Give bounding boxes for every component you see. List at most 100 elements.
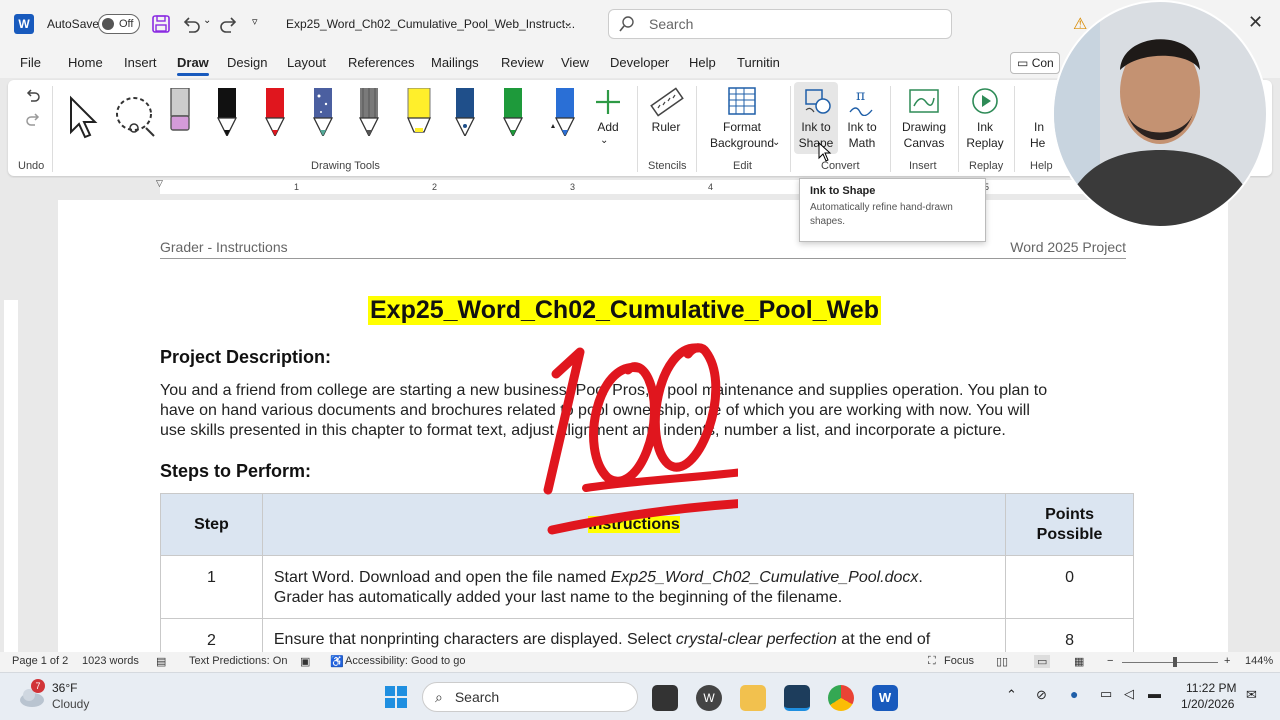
tab-review[interactable]: Review bbox=[501, 55, 544, 70]
filename-chevron-icon[interactable]: ⌄ bbox=[563, 15, 573, 29]
fountain-pen-blue-icon[interactable] bbox=[454, 88, 476, 136]
highlighter-yellow-icon[interactable] bbox=[406, 88, 432, 136]
drawing-canvas-label-2[interactable]: Canvas bbox=[896, 135, 952, 151]
page-count[interactable]: Page 1 of 2 bbox=[12, 655, 68, 667]
project-description-heading[interactable]: Project Description: bbox=[160, 347, 331, 368]
format-background-icon[interactable] bbox=[726, 86, 758, 116]
macro-icon[interactable]: ▣ bbox=[300, 655, 310, 668]
ribbon-redo-icon[interactable] bbox=[24, 110, 42, 128]
document-title[interactable]: Exp25_Word_Ch02_Cumulative_Pool_Web bbox=[368, 296, 881, 325]
tab-mailings[interactable]: Mailings bbox=[431, 55, 479, 70]
read-mode-icon[interactable]: ▯▯ bbox=[996, 655, 1008, 668]
word-count[interactable]: 1023 words bbox=[82, 655, 139, 667]
word-taskbar-icon[interactable]: W bbox=[872, 685, 898, 711]
wordpress-app-icon[interactable]: W bbox=[696, 685, 722, 711]
ink-replay-label-2[interactable]: Replay bbox=[963, 135, 1007, 151]
zoom-slider[interactable] bbox=[1122, 662, 1218, 663]
tab-view[interactable]: View bbox=[561, 55, 589, 70]
format-background-chevron-icon[interactable]: ⌄ bbox=[772, 135, 780, 151]
recorder-app-icon[interactable] bbox=[784, 685, 810, 711]
tab-references[interactable]: References bbox=[348, 55, 414, 70]
svg-text:π: π bbox=[856, 88, 865, 104]
indent-marker-icon[interactable]: ▽ bbox=[156, 178, 163, 189]
select-pointer-icon[interactable] bbox=[66, 94, 100, 140]
zoom-in-icon[interactable]: + bbox=[1224, 655, 1230, 667]
battery-icon[interactable]: ▬ bbox=[1148, 686, 1161, 701]
print-layout-icon[interactable]: ▭ bbox=[1034, 655, 1051, 668]
steps-heading[interactable]: Steps to Perform: bbox=[160, 461, 311, 482]
add-pen-plus-icon[interactable] bbox=[594, 88, 622, 116]
notifications-icon[interactable]: ✉ bbox=[1246, 687, 1257, 703]
focus-mode[interactable]: Focus bbox=[944, 655, 974, 667]
microphone-icon[interactable]: ● bbox=[1070, 686, 1078, 702]
ink-100-annotation[interactable]: 100 bbox=[538, 330, 738, 540]
redo-icon[interactable] bbox=[219, 14, 239, 34]
task-view-icon[interactable] bbox=[652, 685, 678, 711]
web-layout-icon[interactable]: ▦ bbox=[1074, 655, 1084, 668]
autosave-toggle[interactable]: Off bbox=[98, 14, 140, 34]
tab-layout[interactable]: Layout bbox=[287, 55, 326, 70]
clock-time[interactable]: 11:22 PM bbox=[1186, 681, 1236, 695]
pencil-gray-icon[interactable] bbox=[358, 88, 380, 136]
ruler-label[interactable]: Ruler bbox=[644, 119, 688, 135]
drawing-canvas-icon[interactable] bbox=[908, 86, 940, 114]
tab-file[interactable]: File bbox=[20, 55, 41, 70]
tab-draw[interactable]: Draw bbox=[177, 55, 209, 76]
eraser-icon[interactable] bbox=[169, 88, 191, 136]
weather-desc[interactable]: Cloudy bbox=[52, 697, 89, 711]
format-background-label-1[interactable]: Format bbox=[706, 119, 778, 135]
document-filename[interactable]: Exp25_Word_Ch02_Cumulative_Pool_Web_Inst… bbox=[286, 17, 575, 31]
tab-developer[interactable]: Developer bbox=[610, 55, 669, 70]
pen-red-icon[interactable] bbox=[264, 88, 286, 136]
drawing-canvas-label-1[interactable]: Drawing bbox=[896, 119, 952, 135]
pen-green-icon[interactable] bbox=[502, 88, 524, 136]
autosave-label: AutoSave bbox=[47, 17, 100, 31]
display-icon[interactable]: ▭ bbox=[1100, 686, 1112, 702]
tab-home[interactable]: Home bbox=[68, 55, 103, 70]
weather-temp[interactable]: 36°F bbox=[52, 681, 77, 695]
chevron-down-icon[interactable]: ⌄ bbox=[203, 15, 211, 26]
step-instruction[interactable]: Start Word. Download and open the file n… bbox=[261, 555, 1007, 619]
ruler-icon[interactable] bbox=[648, 86, 684, 118]
tab-design[interactable]: Design bbox=[227, 55, 267, 70]
ink-to-shape-tooltip: Ink to Shape Automatically refine hand-d… bbox=[799, 178, 986, 242]
zoom-out-icon[interactable]: − bbox=[1107, 655, 1113, 667]
ink-to-math-label-2[interactable]: Math bbox=[842, 135, 882, 151]
taskbar-search[interactable]: ⌕ Search bbox=[422, 682, 638, 712]
vertical-ruler[interactable] bbox=[4, 300, 18, 652]
ink-replay-icon[interactable] bbox=[970, 86, 1000, 116]
clock-date[interactable]: 1/20/2026 bbox=[1181, 697, 1234, 711]
chrome-icon[interactable] bbox=[828, 685, 854, 711]
text-predictions-status[interactable]: Text Predictions: On bbox=[189, 655, 287, 667]
accessibility-status[interactable]: Accessibility: Good to go bbox=[345, 655, 465, 667]
document-page[interactable]: Grader - Instructions Word 2025 Project … bbox=[58, 200, 1228, 659]
ink-to-math-icon[interactable]: π bbox=[848, 86, 878, 116]
action-pen-icon[interactable] bbox=[550, 88, 576, 136]
table-row[interactable]: 1 Start Word. Download and open the file… bbox=[160, 555, 1134, 619]
lasso-select-icon[interactable] bbox=[112, 94, 158, 138]
ink-replay-label-1[interactable]: Ink bbox=[965, 119, 1005, 135]
save-icon[interactable] bbox=[151, 14, 171, 34]
ribbon-undo-icon[interactable] bbox=[24, 86, 42, 104]
volume-icon[interactable]: ◁ bbox=[1124, 686, 1134, 702]
pen-galaxy-icon[interactable] bbox=[312, 88, 334, 136]
pen-black-icon[interactable] bbox=[216, 88, 238, 136]
add-pen-chevron-icon[interactable]: ⌄ bbox=[600, 133, 608, 149]
zoom-slider-thumb[interactable] bbox=[1173, 657, 1177, 667]
customize-toolbar-icon[interactable]: ▿ bbox=[252, 15, 258, 28]
file-explorer-icon[interactable] bbox=[740, 685, 766, 711]
proofing-icon[interactable]: ▤ bbox=[156, 655, 166, 668]
zoom-level[interactable]: 144% bbox=[1245, 655, 1273, 667]
undo-icon[interactable] bbox=[181, 14, 201, 34]
windows-start-icon[interactable] bbox=[384, 685, 408, 709]
ink-to-math-label-1[interactable]: Ink to bbox=[842, 119, 882, 135]
accessibility-icon[interactable]: ♿ bbox=[330, 655, 344, 668]
tab-turnitin[interactable]: Turnitin bbox=[737, 55, 780, 70]
network-off-icon[interactable]: ⊘ bbox=[1036, 687, 1047, 703]
ink-to-shape-label-1: Ink to bbox=[801, 120, 831, 134]
tab-insert[interactable]: Insert bbox=[124, 55, 157, 70]
focus-icon[interactable]: ⛶ bbox=[928, 655, 936, 668]
search-box[interactable]: Search bbox=[608, 9, 952, 39]
tab-help[interactable]: Help bbox=[689, 55, 716, 70]
tray-chevron-icon[interactable]: ⌃ bbox=[1006, 687, 1017, 703]
